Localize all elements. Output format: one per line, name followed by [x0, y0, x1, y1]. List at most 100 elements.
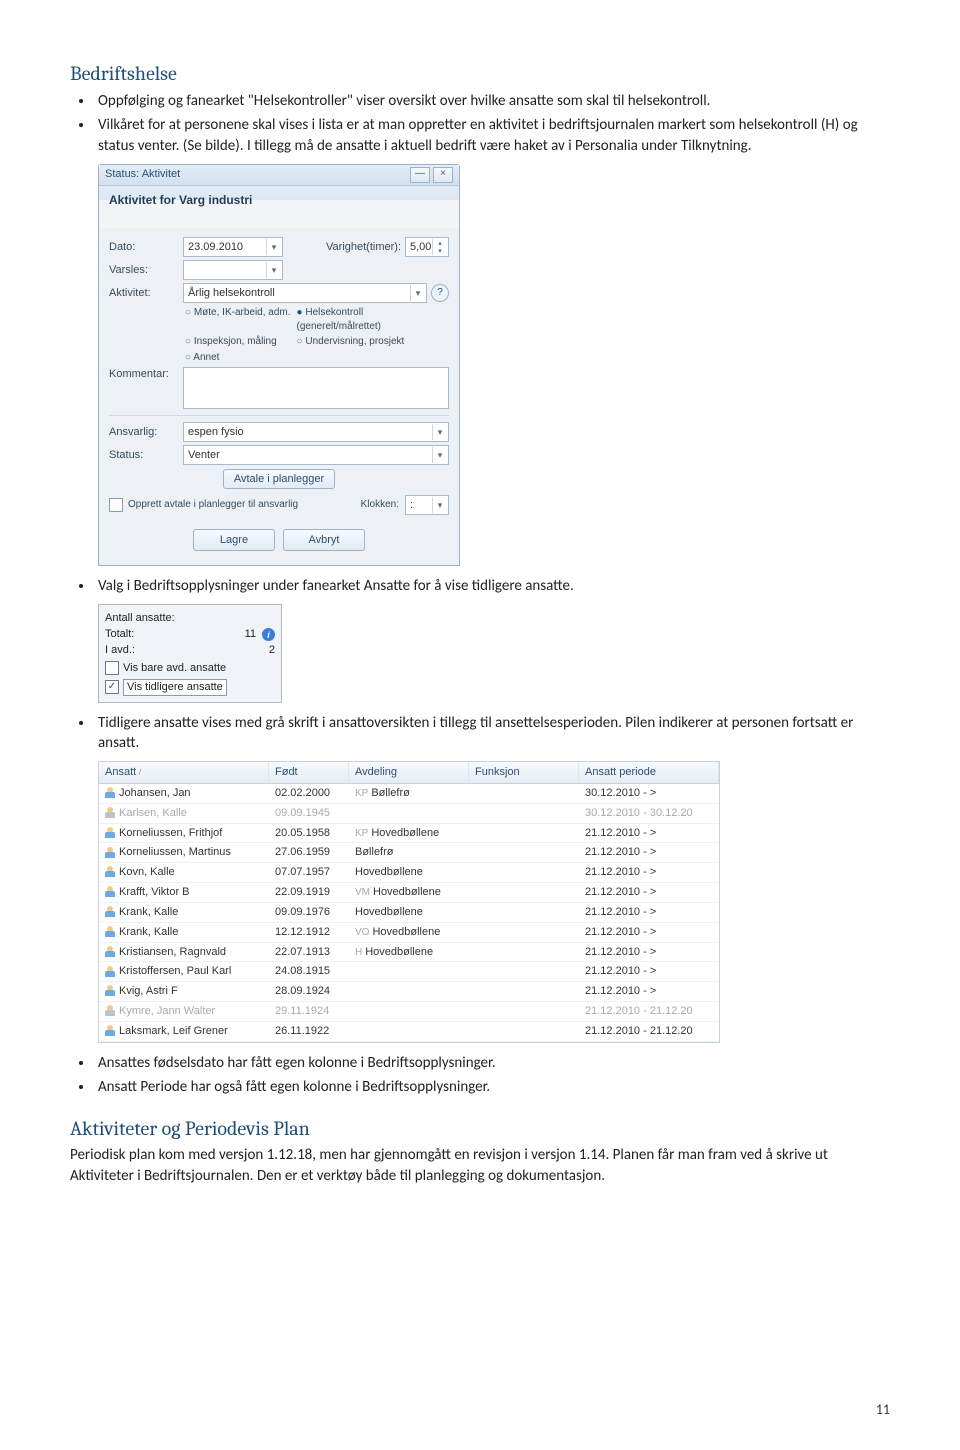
- input-varighet[interactable]: 5,00 ▴▾: [405, 237, 449, 257]
- bullet-2: Vilkåret for at personene skal vises i l…: [94, 115, 890, 156]
- input-ansvarlig[interactable]: espen fysio ▾: [183, 422, 449, 442]
- employee-func: [469, 843, 579, 862]
- chevron-down-icon[interactable]: ▾: [432, 424, 447, 440]
- table-row[interactable]: Kvig, Astri F28.09.192421.12.2010 - >: [99, 982, 719, 1002]
- titlebar-status: Status: Aktivitet: [105, 167, 180, 182]
- table-row[interactable]: Laksmark, Leif Grener26.11.192221.12.201…: [99, 1022, 719, 1042]
- opprett-avtale-checkbox[interactable]: [109, 498, 123, 512]
- help-icon[interactable]: ?: [431, 284, 449, 302]
- employee-period: 30.12.2010 - 30.12.20: [579, 804, 719, 823]
- input-dato[interactable]: 23.09.2010 ▾: [183, 237, 283, 257]
- person-icon: [105, 1026, 115, 1036]
- table-row[interactable]: Krank, Kalle12.12.1912VOHovedbøllene21.1…: [99, 923, 719, 943]
- chevron-down-icon[interactable]: ▾: [432, 497, 447, 513]
- employee-dept: KPBøllefrø: [349, 784, 469, 803]
- avbryt-button[interactable]: Avbryt: [283, 529, 365, 551]
- vis-avd-checkbox[interactable]: [105, 661, 119, 675]
- radio-helsekontroll[interactable]: Helsekontroll (generelt/målrettet): [297, 306, 449, 333]
- employee-dob: 20.05.1958: [269, 824, 349, 843]
- input-status[interactable]: Venter ▾: [183, 445, 449, 465]
- person-icon: [105, 1006, 115, 1016]
- col-periode[interactable]: Ansatt periode: [579, 762, 719, 783]
- table-row[interactable]: Johansen, Jan02.02.2000KPBøllefrø30.12.2…: [99, 784, 719, 804]
- activity-type-radios[interactable]: Møte, IK-arbeid, adm. Helsekontroll (gen…: [185, 306, 449, 364]
- label-varsles: Varsles:: [109, 263, 183, 278]
- employee-period: 21.12.2010 - >: [579, 962, 719, 981]
- input-kommentar[interactable]: [183, 367, 449, 409]
- employee-func: [469, 784, 579, 803]
- ansatte-count-box: Antall ansatte: Totalt: 11 i I avd.: 2 V…: [98, 604, 282, 702]
- employee-period: 21.12.2010 - >: [579, 943, 719, 962]
- chevron-down-icon[interactable]: ▾: [432, 447, 447, 463]
- employee-name: Krank, Kalle: [119, 926, 178, 938]
- employee-dept: [349, 962, 469, 981]
- radio-mote[interactable]: Møte, IK-arbeid, adm.: [185, 306, 291, 333]
- table-row[interactable]: Krafft, Viktor B22.09.1919VMHovedbøllene…: [99, 883, 719, 903]
- col-avdeling[interactable]: Avdeling: [349, 762, 469, 783]
- label-klokken: Klokken:: [361, 498, 399, 512]
- input-varsles[interactable]: ▾: [183, 260, 283, 280]
- person-icon: [105, 867, 115, 877]
- employee-period: 21.12.2010 - >: [579, 903, 719, 922]
- employee-dept: [349, 1002, 469, 1021]
- close-button[interactable]: ×: [433, 167, 453, 183]
- employee-table: Ansatt Født Avdeling Funksjon Ansatt per…: [98, 761, 720, 1043]
- employee-period: 21.12.2010 - >: [579, 843, 719, 862]
- chevron-down-icon[interactable]: ▾: [410, 285, 425, 301]
- minimize-button[interactable]: —: [410, 167, 430, 183]
- radio-annet[interactable]: Annet: [185, 351, 291, 365]
- table-row[interactable]: Korneliussen, Martinus 27.06.1959Bøllefrø…: [99, 843, 719, 863]
- employee-period: 21.12.2010 - >: [579, 824, 719, 843]
- employee-dob: 22.09.1919: [269, 883, 349, 902]
- employee-dob: 09.09.1945: [269, 804, 349, 823]
- person-icon: [105, 947, 115, 957]
- lagre-button[interactable]: Lagre: [193, 529, 275, 551]
- employee-dept: HHovedbøllene: [349, 943, 469, 962]
- employee-name: Korneliussen, Martinus: [119, 846, 231, 858]
- employee-dept: VOHovedbøllene: [349, 923, 469, 942]
- vis-avd-label: Vis bare avd. ansatte: [123, 661, 226, 676]
- dialog-subheader: [99, 210, 459, 228]
- person-icon: [105, 907, 115, 917]
- totalt-label: Totalt:: [105, 627, 134, 642]
- vis-tidligere-checkbox[interactable]: ✓: [105, 680, 119, 694]
- employee-dept: Bøllefrø: [349, 843, 469, 862]
- radio-inspeksjon[interactable]: Inspeksjon, måling: [185, 335, 291, 349]
- employee-func: [469, 883, 579, 902]
- input-klokken[interactable]: : ▾: [405, 495, 449, 515]
- table-row[interactable]: Krank, Kalle09.09.1976Hovedbøllene21.12.…: [99, 903, 719, 923]
- employee-func: [469, 1022, 579, 1041]
- section2-title: Aktiviteter og Periodevis Plan: [70, 1115, 890, 1142]
- employee-func: [469, 943, 579, 962]
- table-row[interactable]: Kristoffersen, Paul Karl24.08.191521.12.…: [99, 962, 719, 982]
- col-funksjon[interactable]: Funksjon: [469, 762, 579, 783]
- table-row[interactable]: Kovn, Kalle07.07.1957Hovedbøllene21.12.2…: [99, 863, 719, 883]
- label-dato: Dato:: [109, 240, 183, 255]
- employee-name: Kymre, Jann Walter: [119, 1005, 215, 1017]
- employee-name: Johansen, Jan: [119, 787, 191, 799]
- radio-undervisning[interactable]: Undervisning, prosjekt: [297, 335, 449, 349]
- input-aktivitet[interactable]: Årlig helsekontroll ▾: [183, 283, 427, 303]
- info-icon[interactable]: i: [262, 628, 275, 641]
- spinner-icon[interactable]: ▴▾: [432, 239, 447, 255]
- employee-name: Krank, Kalle: [119, 906, 178, 918]
- table-row[interactable]: Korneliussen, Frithjof20.05.1958KPHovedb…: [99, 824, 719, 844]
- table-row[interactable]: Karlsen, Kalle09.09.194530.12.2010 - 30.…: [99, 804, 719, 824]
- employee-dob: 26.11.1922: [269, 1022, 349, 1041]
- person-icon: [105, 967, 115, 977]
- chevron-down-icon[interactable]: ▾: [266, 262, 281, 278]
- label-kommentar: Kommentar:: [109, 367, 183, 382]
- employee-name: Kristiansen, Ragnvald: [119, 946, 226, 958]
- employee-dob: 27.06.1959: [269, 843, 349, 862]
- table-row[interactable]: Kymre, Jann Walter29.11.192421.12.2010 -…: [99, 1002, 719, 1022]
- employee-dept: [349, 1022, 469, 1041]
- activity-dialog: Status: Aktivitet — × Aktivitet for Varg…: [98, 164, 460, 566]
- employee-name: Kvig, Astri F: [119, 985, 178, 997]
- bullet-3: Valg i Bedriftsopplysninger under fanear…: [94, 576, 890, 596]
- table-row[interactable]: Kristiansen, Ragnvald22.07.1913HHovedbøl…: [99, 943, 719, 963]
- chevron-down-icon[interactable]: ▾: [266, 239, 281, 255]
- avtale-button[interactable]: Avtale i planlegger: [223, 469, 335, 489]
- col-ansatt[interactable]: Ansatt: [99, 762, 269, 783]
- employee-func: [469, 903, 579, 922]
- col-fodt[interactable]: Født: [269, 762, 349, 783]
